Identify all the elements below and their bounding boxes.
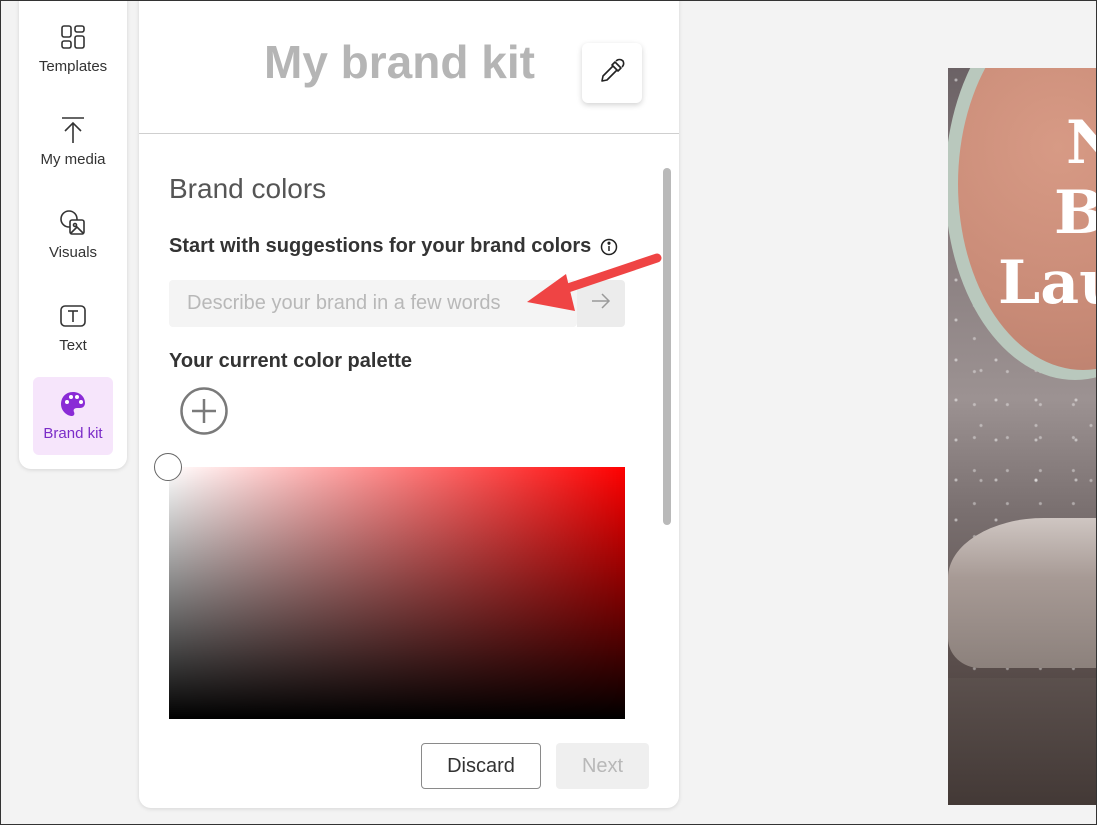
preview-table-image: [948, 678, 1097, 805]
sidebar-item-label: My media: [40, 151, 106, 168]
sidebar-item-label: Text: [59, 337, 87, 354]
sidebar-item-brand-kit[interactable]: Brand kit: [33, 377, 113, 455]
eyedropper-icon: [599, 58, 625, 89]
discard-button[interactable]: Discard: [421, 743, 541, 789]
suggestions-label-text: Start with suggestions for your brand co…: [169, 235, 592, 257]
preview-title-line: B: [1054, 178, 1097, 248]
color-picker-handle[interactable]: [154, 453, 182, 481]
palette-icon: [59, 390, 87, 418]
templates-icon: [59, 23, 87, 51]
palette-label: Your current color palette: [169, 350, 413, 372]
panel-divider: [139, 133, 679, 134]
design-preview[interactable]: N B Lau: [948, 68, 1097, 805]
suggestions-label: Start with suggestions for your brand co…: [169, 235, 618, 258]
section-title: Brand colors: [169, 173, 327, 204]
info-icon[interactable]: [600, 238, 618, 256]
sidebar-item-text[interactable]: Text: [33, 289, 113, 367]
text-icon: [59, 302, 87, 330]
visuals-icon: [59, 209, 87, 237]
preview-title: N B Lau: [998, 108, 1097, 318]
sidebar-item-my-media[interactable]: My media: [33, 103, 113, 181]
upload-icon: [59, 116, 87, 144]
describe-brand-input[interactable]: [169, 280, 577, 327]
preview-title-line: N: [1066, 108, 1097, 178]
preview-book-image: [948, 518, 1097, 668]
preview-title-line: Lau: [998, 248, 1097, 318]
color-saturation-picker[interactable]: [169, 467, 625, 719]
next-button[interactable]: Next: [556, 743, 649, 789]
sidebar-item-visuals[interactable]: Visuals: [33, 196, 113, 274]
add-color-button[interactable]: [179, 386, 229, 436]
page-title: My brand kit: [264, 36, 535, 88]
submit-description-button[interactable]: [577, 280, 625, 327]
sidebar-item-label: Brand kit: [43, 425, 103, 442]
brand-kit-panel: My brand kit Brand colors Start with sug…: [139, 0, 679, 808]
plus-circle-icon: [179, 387, 229, 440]
sidebar-item-label: Visuals: [48, 244, 98, 261]
describe-brand-field: [169, 280, 577, 327]
sidebar-item-templates[interactable]: Templates: [33, 10, 113, 88]
sidebar-item-label: Templates: [38, 58, 108, 75]
panel-scrollbar[interactable]: [663, 168, 671, 525]
arrow-right-icon: [591, 293, 611, 314]
left-rail: Templates My media Visuals Text Brand ki…: [19, 0, 127, 469]
eyedropper-button[interactable]: [582, 43, 642, 103]
